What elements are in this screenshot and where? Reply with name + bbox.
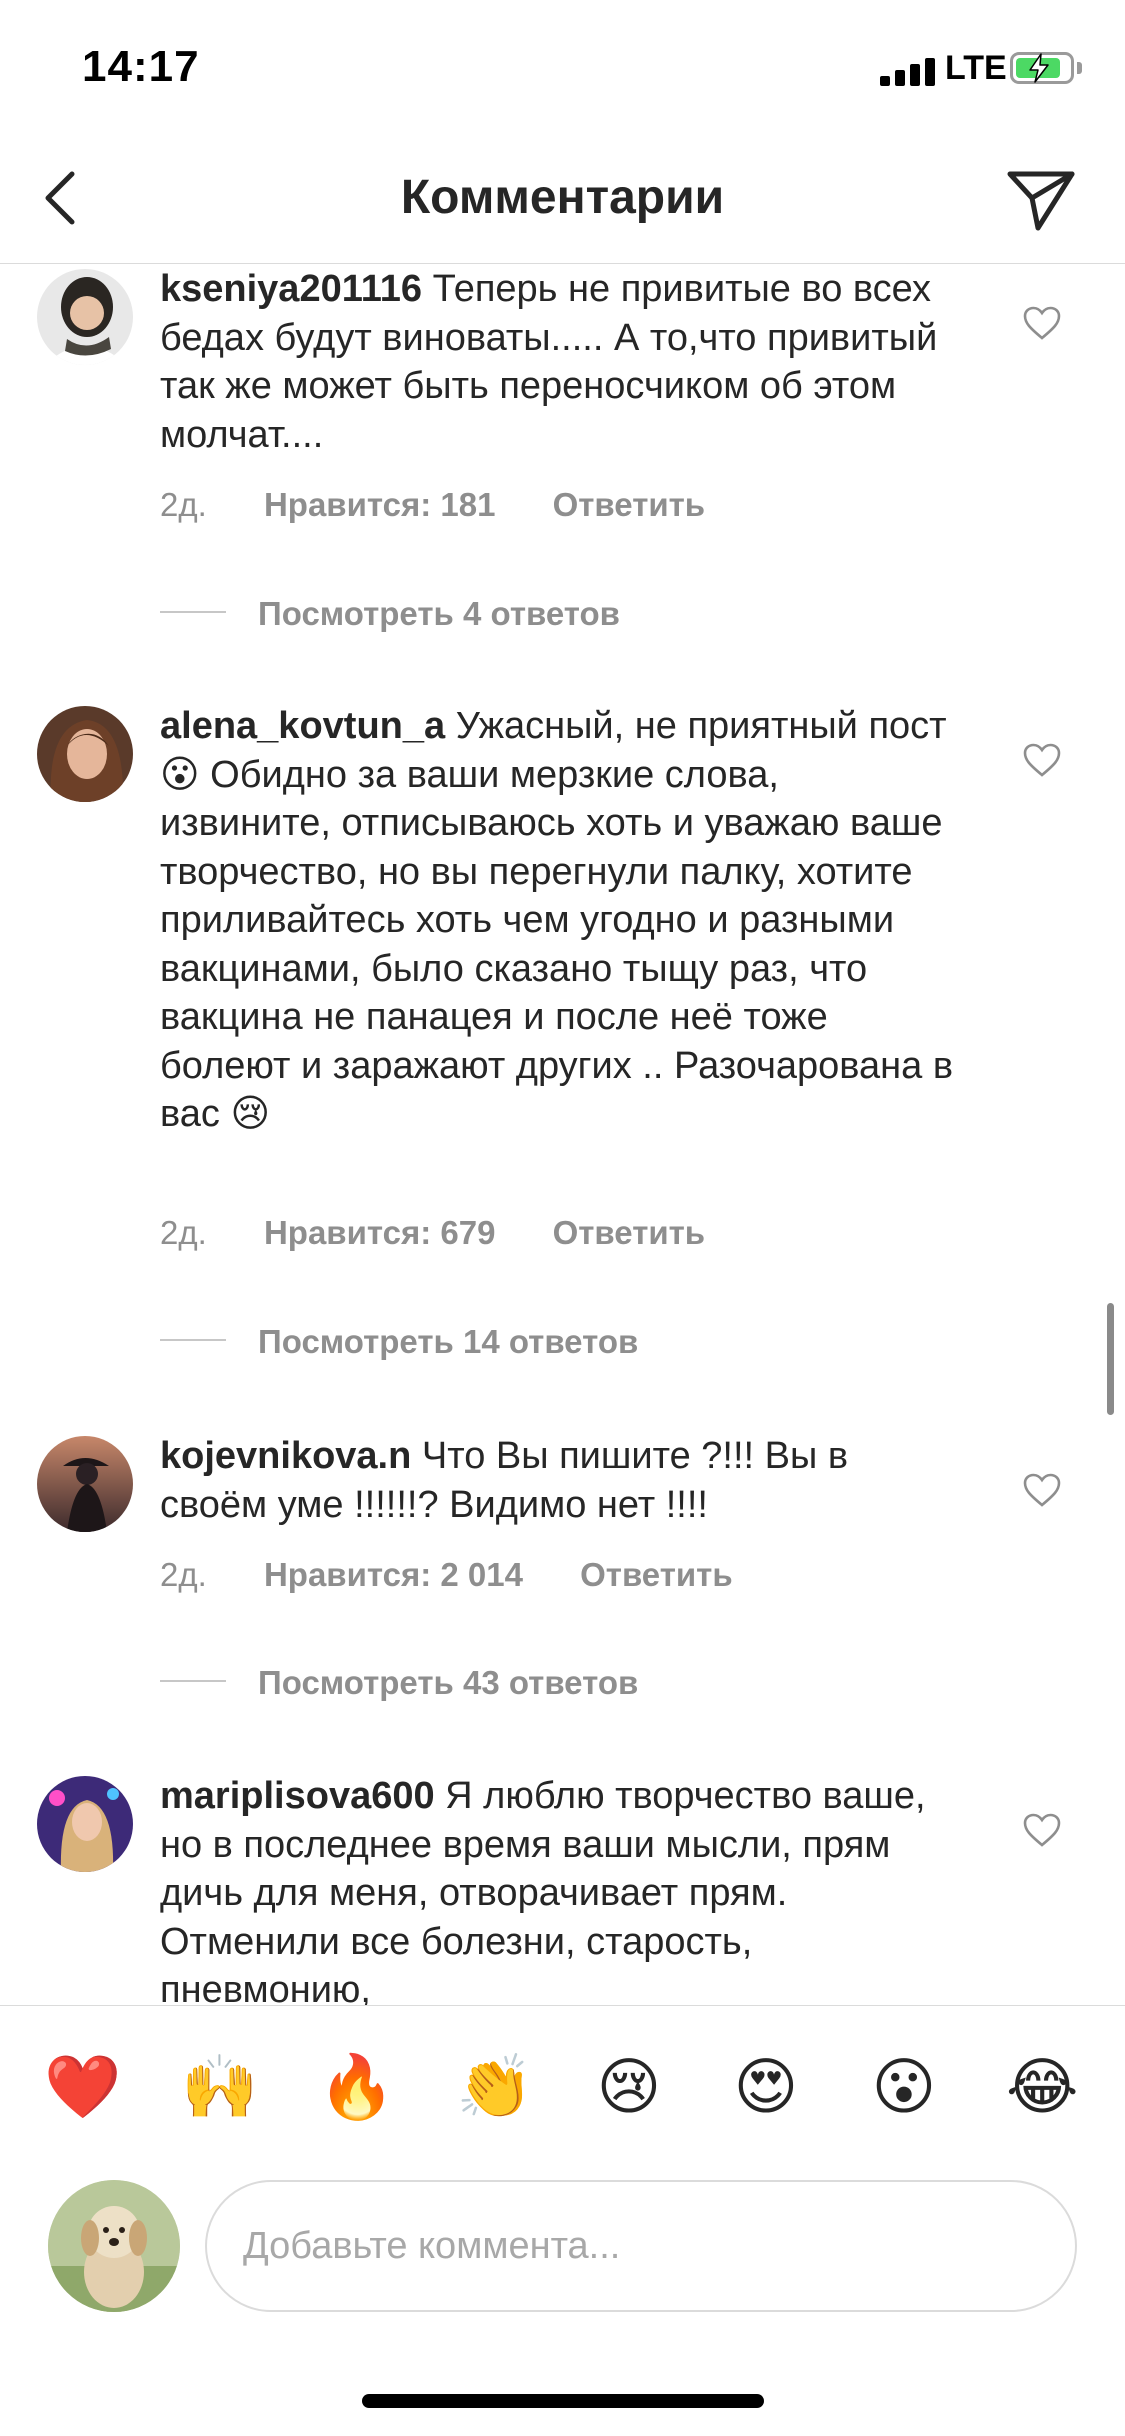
comment-message-part2: Обидно за ваши мерзкие слова, извините, … [160, 753, 954, 1136]
comment-age: 2д. [160, 1214, 207, 1251]
comment-likes[interactable]: Нравится: 679 [264, 1214, 495, 1251]
laughing-emoji-button[interactable]: 😂 [1006, 2051, 1078, 2123]
comment-text: mariplisova600 Я люблю творчество ваше, … [160, 1772, 960, 2005]
scroll-indicator[interactable] [1107, 1303, 1114, 1415]
reply-button[interactable]: Ответить [553, 486, 706, 523]
heart-emoji-button[interactable]: ❤️ [44, 2051, 121, 2123]
view-replies-button[interactable]: Посмотреть 4 ответов [160, 595, 620, 635]
like-heart-icon[interactable] [1022, 742, 1062, 778]
view-replies-label[interactable]: Посмотреть 43 ответов [258, 1664, 638, 1701]
heart-eyes-emoji-button[interactable]: 😍 [730, 2051, 802, 2123]
comment-likes[interactable]: Нравится: 2 014 [264, 1556, 523, 1593]
like-heart-icon[interactable] [1022, 1812, 1062, 1848]
comment-username[interactable]: mariplisova600 [160, 1775, 435, 1817]
reply-button[interactable]: Ответить [580, 1556, 733, 1593]
raised-hands-emoji-button[interactable]: 🙌 [181, 2051, 258, 2123]
comment-username[interactable]: alena_kovtun_a [160, 705, 445, 747]
comment-username[interactable]: kseniya201116 [160, 268, 422, 310]
comment-message-part1: Ужасный, не приятный пост [455, 705, 947, 747]
replies-divider [160, 1339, 226, 1342]
clapping-emoji-button[interactable]: 👏 [456, 2051, 533, 2123]
comment-composer [0, 2165, 1125, 2315]
home-indicator[interactable] [362, 2394, 764, 2408]
comment-text: alena_kovtun_a Ужасный, не приятный пост… [160, 702, 960, 1139]
surprised-emoji-button[interactable]: 😮 [868, 2051, 940, 2123]
replies-divider [160, 1680, 226, 1683]
replies-divider [160, 611, 226, 614]
user-avatar [48, 2180, 180, 2312]
like-heart-icon[interactable] [1022, 1472, 1062, 1508]
comment-username[interactable]: kojevnikova.n [160, 1435, 411, 1477]
comment-text: kojevnikova.n Что Вы пишите ?!!! Вы в св… [160, 1432, 960, 1529]
avatar[interactable] [37, 1436, 133, 1532]
paper-plane-icon[interactable] [1000, 162, 1080, 234]
view-replies-button[interactable]: Посмотреть 14 ответов [160, 1323, 638, 1363]
status-bar: 14:17 LTE [0, 0, 1125, 132]
battery-cap [1077, 62, 1082, 74]
comment-likes[interactable]: Нравится: 181 [264, 486, 495, 523]
comment-input[interactable] [205, 2180, 1077, 2312]
charging-bolt-icon [1029, 53, 1049, 83]
surprised-emoji: 😮 [160, 753, 200, 796]
page-title: Комментарии [400, 171, 725, 224]
view-replies-button[interactable]: Посмотреть 43 ответов [160, 1664, 638, 1704]
view-replies-label[interactable]: Посмотреть 4 ответов [258, 595, 620, 632]
comment-meta: 2д. Нравится: 679 Ответить [160, 1214, 753, 1252]
crying-emoji: 😢 [230, 1093, 271, 1135]
status-time: 14:17 [82, 42, 200, 91]
avatar[interactable] [37, 706, 133, 802]
view-replies-label[interactable]: Посмотреть 14 ответов [258, 1323, 638, 1360]
comment-meta: 2д. Нравится: 181 Ответить [160, 486, 753, 524]
avatar[interactable] [37, 1776, 133, 1872]
comment-age: 2д. [160, 1556, 207, 1593]
avatar[interactable] [37, 269, 133, 365]
comments-list[interactable]: kseniya201116 Теперь не привитые во всех… [0, 265, 1125, 2005]
cellular-signal-icon [880, 56, 936, 86]
emoji-quick-bar: ❤️ 🙌 🔥 👏 😢 😍 😮 😂 [0, 2005, 1125, 2165]
reply-button[interactable]: Ответить [553, 1214, 706, 1251]
comment-age: 2д. [160, 486, 207, 523]
comment-meta: 2д. Нравится: 2 014 Ответить [160, 1556, 781, 1594]
network-type: LTE [945, 49, 1007, 87]
comment-text: kseniya201116 Теперь не привитые во всех… [160, 265, 960, 459]
fire-emoji-button[interactable]: 🔥 [318, 2051, 395, 2123]
like-heart-icon[interactable] [1022, 305, 1062, 341]
navigation-bar: Комментарии [0, 132, 1125, 264]
crying-emoji-button[interactable]: 😢 [593, 2051, 665, 2123]
